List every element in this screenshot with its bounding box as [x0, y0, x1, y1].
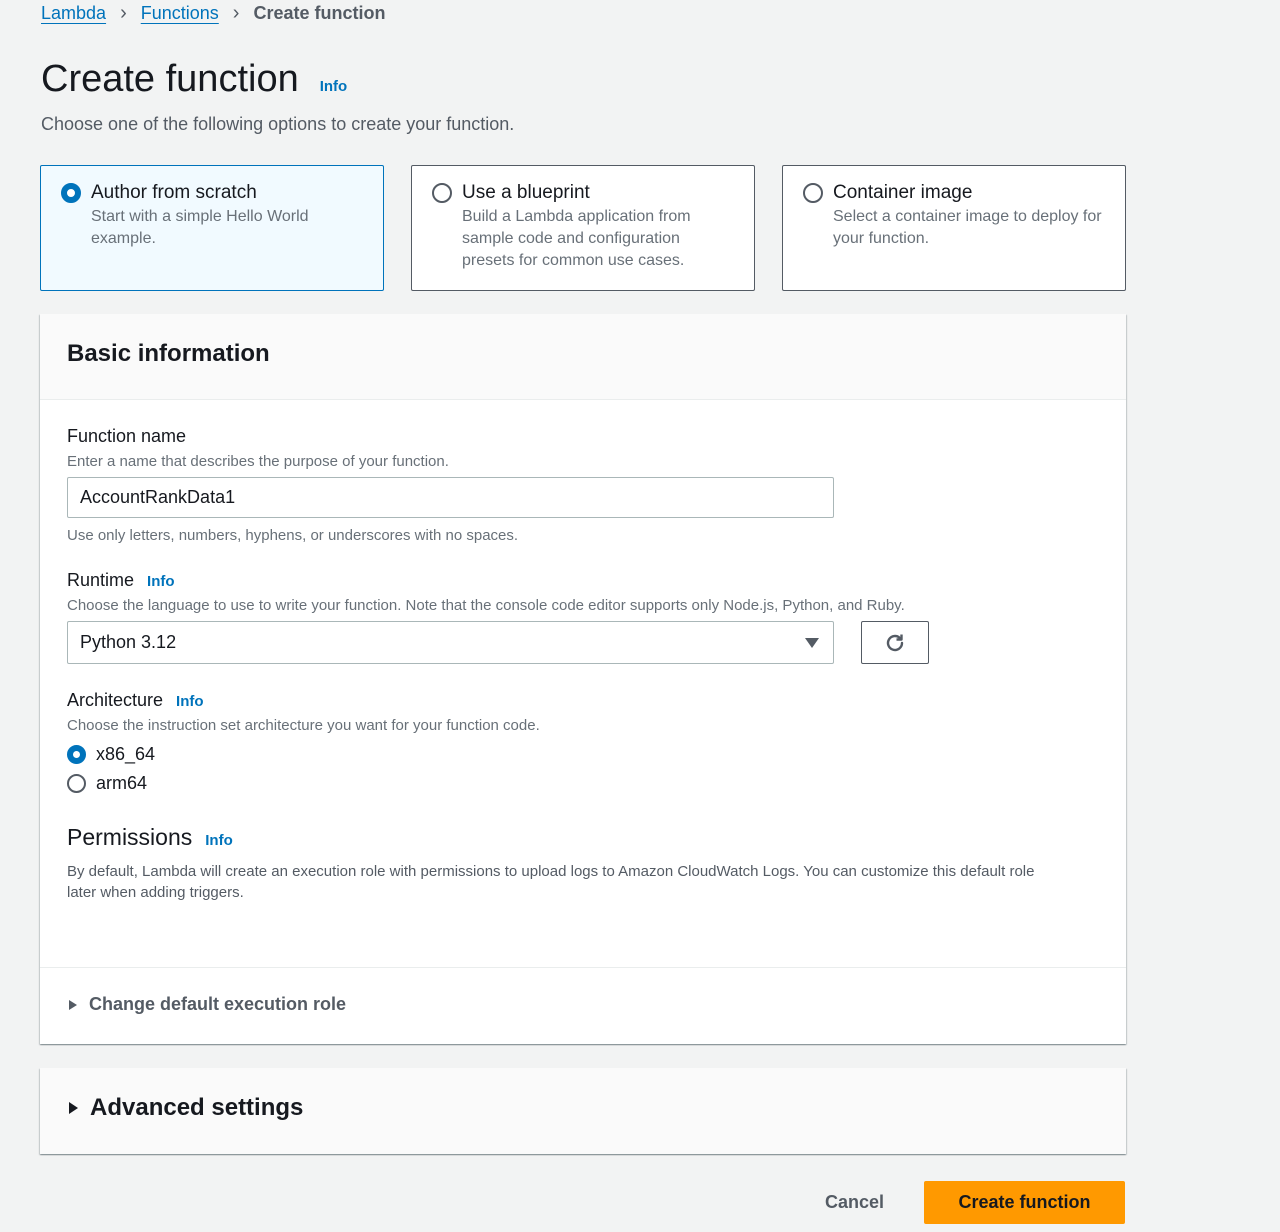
radio-unselected-icon[interactable] — [803, 183, 823, 203]
architecture-info-link[interactable]: Info — [176, 693, 204, 710]
architecture-label: Architecture Info — [67, 690, 1099, 711]
option-description: Build a Lambda application from sample c… — [462, 208, 691, 269]
radio-selected-icon[interactable] — [61, 183, 81, 203]
radio-unselected-icon[interactable] — [432, 183, 452, 203]
chevron-right-icon: › — [232, 2, 240, 24]
architecture-option-x86-64[interactable]: x86_64 — [67, 744, 1099, 765]
permissions-description: By default, Lambda will create an execut… — [67, 863, 1035, 901]
advanced-settings-expander[interactable]: Advanced settings — [69, 1094, 303, 1122]
radio-selected-icon[interactable] — [67, 745, 86, 764]
permissions-info-link[interactable]: Info — [205, 832, 233, 849]
option-author-from-scratch[interactable]: Author from scratch Start with a simple … — [40, 165, 384, 291]
cancel-button[interactable]: Cancel — [825, 1192, 884, 1213]
function-name-constraint: Use only letters, numbers, hyphens, or u… — [67, 527, 519, 544]
refresh-button[interactable] — [861, 621, 929, 664]
page-subtitle: Choose one of the following options to c… — [41, 114, 515, 134]
option-description: Start with a simple Hello World example. — [91, 208, 309, 247]
expander-label: Advanced settings — [90, 1094, 304, 1121]
caret-right-icon — [69, 999, 77, 1010]
divider — [40, 967, 1126, 968]
breadcrumb: Lambda › Functions › Create function — [41, 2, 385, 25]
caret-down-icon — [805, 637, 819, 648]
page-title: Create function Info — [41, 58, 347, 101]
runtime-description: Choose the language to use to write your… — [67, 597, 905, 614]
breadcrumb-functions[interactable]: Functions — [141, 3, 219, 24]
architecture-label-text: Architecture — [67, 690, 164, 710]
function-name-input[interactable]: AccountRankData1 — [67, 477, 834, 518]
breadcrumb-current: Create function — [253, 3, 386, 23]
function-name-label: Function name — [67, 426, 187, 446]
info-link[interactable]: Info — [320, 78, 348, 95]
option-title: Author from scratch — [91, 182, 257, 203]
option-title: Use a blueprint — [462, 182, 590, 203]
option-title: Container image — [833, 182, 973, 203]
panel-header: Basic information — [40, 314, 1126, 400]
expander-label: Change default execution role — [89, 994, 347, 1014]
creation-options: Author from scratch Start with a simple … — [40, 165, 1126, 291]
caret-right-icon — [69, 1102, 78, 1114]
architecture-option-label: arm64 — [96, 773, 148, 793]
option-container-image[interactable]: Container image Select a container image… — [782, 165, 1126, 291]
architecture-option-arm64[interactable]: arm64 — [67, 773, 1099, 794]
panel-heading: Basic information — [67, 340, 270, 367]
function-name-description: Enter a name that describes the purpose … — [67, 453, 449, 470]
chevron-right-icon: › — [120, 2, 127, 24]
create-function-button[interactable]: Create function — [924, 1181, 1125, 1224]
page-title-text: Create function — [41, 58, 299, 100]
runtime-info-link[interactable]: Info — [147, 573, 175, 590]
advanced-settings-panel: Advanced settings — [40, 1068, 1126, 1154]
basic-information-panel: Basic information Function name Enter a … — [40, 314, 1126, 1044]
runtime-selected-value: Python 3.12 — [80, 632, 177, 652]
runtime-select[interactable]: Python 3.12 — [67, 621, 834, 664]
refresh-icon — [886, 634, 904, 651]
change-execution-role-expander[interactable]: Change default execution role — [69, 994, 346, 1015]
runtime-label-text: Runtime — [67, 570, 135, 590]
breadcrumb-lambda[interactable]: Lambda — [41, 3, 106, 24]
permissions-label: Permissions Info — [67, 824, 1099, 851]
form-actions: Cancel Create function — [825, 1181, 1125, 1224]
runtime-label: Runtime Info — [67, 570, 1099, 591]
architecture-option-label: x86_64 — [96, 744, 156, 764]
option-description: Select a container image to deploy for y… — [833, 208, 1102, 247]
option-use-blueprint[interactable]: Use a blueprint Build a Lambda applicati… — [411, 165, 755, 291]
permissions-label-text: Permissions — [67, 824, 193, 850]
radio-unselected-icon[interactable] — [67, 774, 86, 793]
architecture-description: Choose the instruction set architecture … — [67, 717, 540, 734]
